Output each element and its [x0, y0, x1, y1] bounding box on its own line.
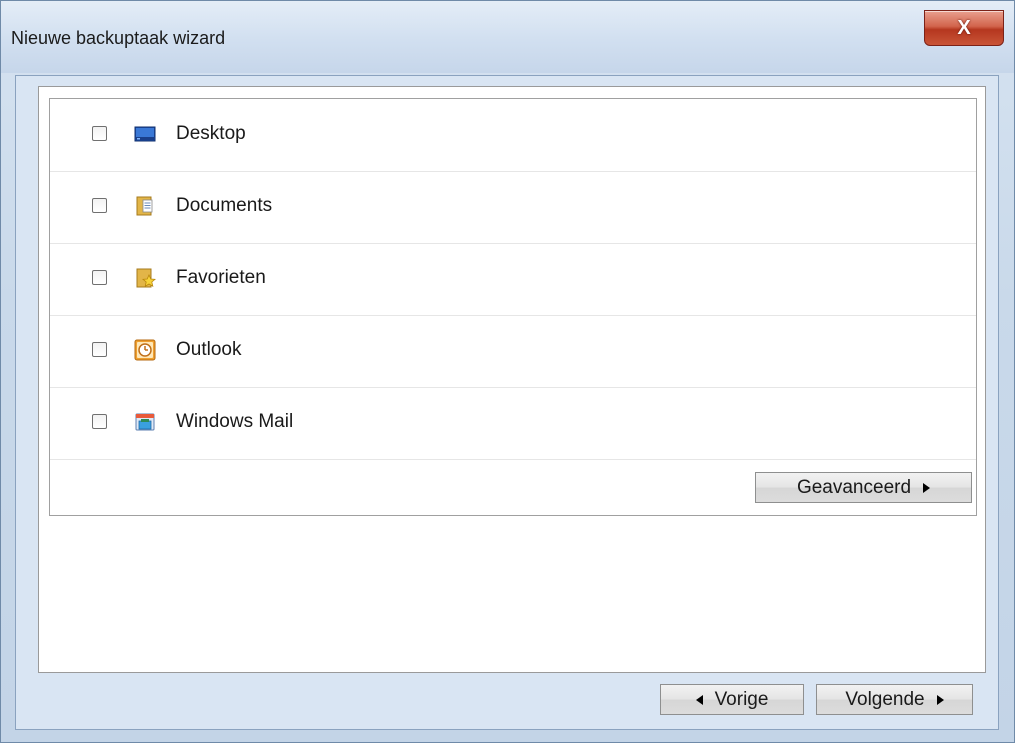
windows-mail-icon [135, 413, 155, 431]
list-item-favorieten[interactable]: Favorieten [50, 243, 976, 316]
desktop-icon [134, 126, 156, 142]
wizard-content-panel: Desktop Documents Favorieten Outlook Win… [38, 86, 986, 673]
next-button[interactable]: Volgende [816, 684, 973, 715]
desktop-checkbox[interactable] [92, 126, 107, 141]
list-item-desktop[interactable]: Desktop [50, 99, 976, 172]
windows-mail-checkbox[interactable] [92, 414, 107, 429]
window-title: Nieuwe backuptaak wizard [11, 28, 226, 48]
item-label: Favorieten [176, 267, 266, 288]
previous-button[interactable]: Vorige [660, 684, 804, 715]
favorites-folder-icon [136, 268, 156, 288]
arrow-right-icon [936, 694, 944, 705]
wizard-window: Nieuwe backuptaak wizard X Desktop Docum… [0, 0, 1015, 743]
advanced-button-label: Geavanceerd [796, 476, 912, 498]
documents-checkbox[interactable] [92, 198, 107, 213]
list-item-documents[interactable]: Documents [50, 171, 976, 244]
title-bar[interactable]: Nieuwe backuptaak wizard X [1, 1, 1014, 73]
documents-folder-icon [136, 196, 153, 216]
list-item-outlook[interactable]: Outlook [50, 315, 976, 388]
previous-button-label: Vorige [714, 688, 769, 710]
list-item-windows-mail[interactable]: Windows Mail [50, 387, 976, 460]
backup-source-list: Desktop Documents Favorieten Outlook Win… [49, 98, 977, 516]
arrow-right-icon [923, 482, 931, 493]
item-label: Outlook [176, 339, 242, 360]
close-icon: X [957, 16, 971, 39]
advanced-button[interactable]: Geavanceerd [755, 472, 972, 503]
item-label: Documents [176, 195, 273, 216]
item-label: Windows Mail [176, 411, 294, 432]
close-button[interactable]: X [924, 10, 1004, 46]
client-area: Desktop Documents Favorieten Outlook Win… [15, 75, 999, 730]
next-button-label: Volgende [845, 688, 925, 710]
arrow-left-icon [695, 694, 703, 705]
favorieten-checkbox[interactable] [92, 270, 107, 285]
outlook-checkbox[interactable] [92, 342, 107, 357]
outlook-icon [134, 339, 156, 361]
item-label: Desktop [176, 123, 246, 144]
